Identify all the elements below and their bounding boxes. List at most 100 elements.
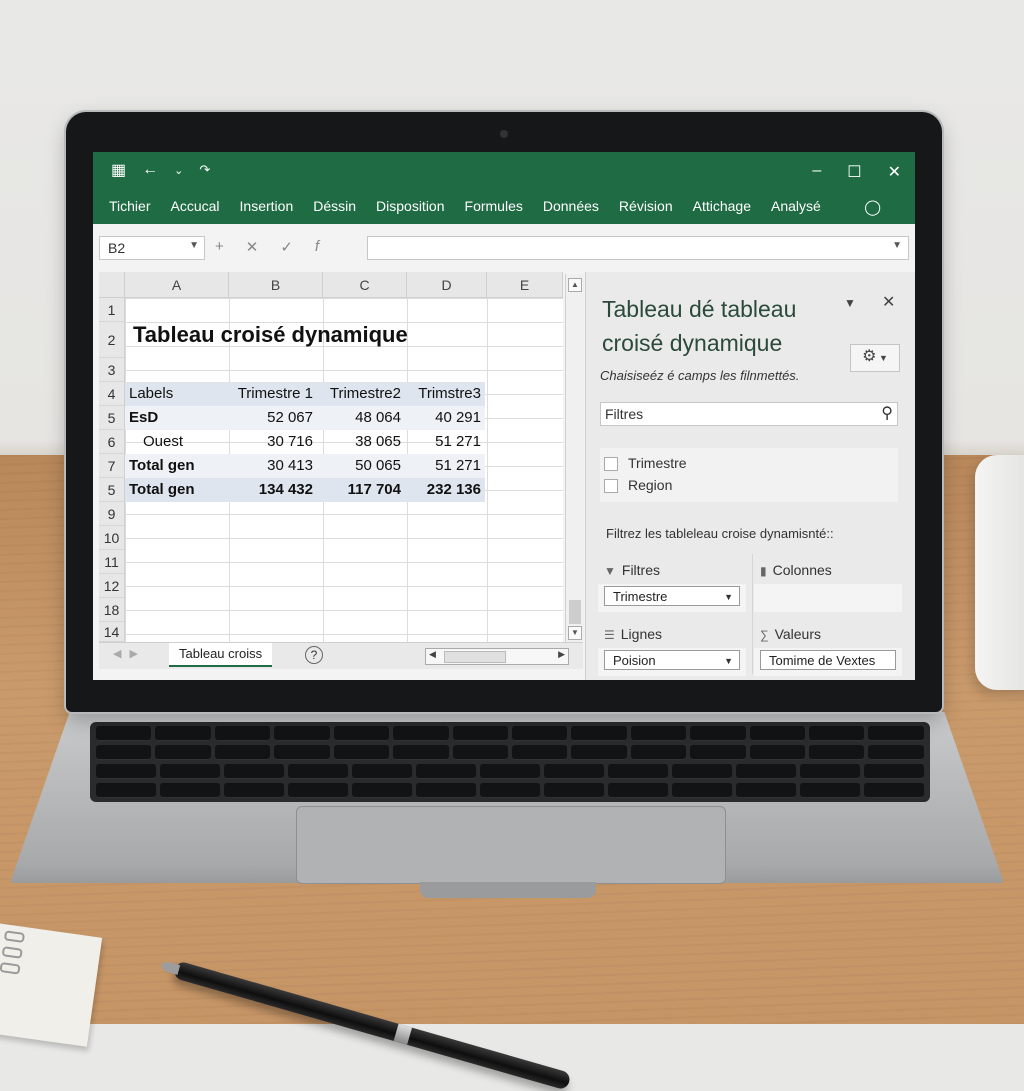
area-label: Filtres: [621, 562, 661, 578]
pivot-header: Labels: [129, 385, 174, 402]
row-header[interactable]: 12: [99, 574, 125, 598]
row-header[interactable]: 18: [99, 598, 125, 622]
window-controls: – ☐ ✕: [812, 162, 901, 182]
area-field-pill[interactable]: Tomime de Vextes: [760, 650, 896, 670]
chevron-down-icon[interactable]: ⌄: [174, 164, 183, 177]
close-icon[interactable]: ✕: [882, 292, 895, 312]
sheet-nav-arrows-icon[interactable]: ◀▶: [113, 647, 146, 660]
plus-icon[interactable]: +: [215, 238, 224, 256]
minimize-icon[interactable]: –: [812, 162, 821, 182]
field-label: Region: [628, 477, 673, 493]
column-header[interactable]: E: [487, 272, 563, 298]
trackpad: [296, 806, 726, 884]
areas-hint: Filtrez les tableleau croise dynamisnté:…: [606, 526, 834, 541]
row-header[interactable]: 4: [99, 382, 125, 406]
column-header[interactable]: C: [323, 272, 407, 298]
sheet-title[interactable]: Tableau croisé dynamique: [133, 322, 408, 348]
row-header[interactable]: 1: [99, 298, 125, 322]
pivot-cell: 48 064: [355, 409, 401, 426]
checkbox[interactable]: [604, 479, 618, 494]
scroll-left-icon[interactable]: ◀: [429, 649, 436, 660]
pivot-row-label: Ouest: [143, 433, 184, 450]
pivot-grand-total-row[interactable]: Total gen 134 432 117 704 232 136: [125, 478, 485, 502]
horizontal-scrollbar[interactable]: ◀ ▶: [425, 648, 569, 665]
column-header[interactable]: A: [125, 272, 229, 298]
chevron-down-icon[interactable]: ▼: [844, 296, 856, 310]
maximize-icon[interactable]: ☐: [847, 162, 861, 182]
row-header[interactable]: 2: [99, 322, 125, 358]
tab-layout[interactable]: Disposition: [366, 198, 454, 214]
pill-label: Tomime de Vextes: [769, 653, 876, 668]
scroll-up-icon[interactable]: ▲: [568, 278, 582, 292]
search-icon[interactable]: ⚲: [881, 403, 893, 423]
field-item[interactable]: Trimestre: [604, 452, 687, 474]
tab-analyze[interactable]: Analysé: [761, 198, 831, 214]
column-header[interactable]: B: [229, 272, 323, 298]
name-box[interactable]: B2 ▼: [99, 236, 205, 260]
chevron-down-icon[interactable]: ▼: [189, 240, 199, 251]
row-header[interactable]: 11: [99, 550, 125, 574]
tab-draw[interactable]: Déssin: [303, 198, 366, 214]
undo-icon[interactable]: ←: [142, 161, 158, 179]
column-header[interactable]: D: [407, 272, 487, 298]
tab-insert[interactable]: Insertion: [230, 198, 304, 214]
cancel-icon[interactable]: ✕: [246, 238, 259, 256]
formula-input[interactable]: ▼: [367, 236, 909, 260]
help-icon[interactable]: ?: [305, 646, 323, 664]
area-label: Valeurs: [774, 626, 821, 642]
grid-icon[interactable]: ▦: [111, 160, 126, 180]
field-item[interactable]: Region: [604, 474, 672, 496]
check-icon[interactable]: ✓: [280, 238, 293, 256]
pivot-row[interactable]: Ouest 30 716 38 065 51 271: [125, 430, 485, 454]
close-icon[interactable]: ✕: [888, 162, 901, 182]
keyboard: [90, 722, 930, 802]
scroll-thumb[interactable]: [444, 651, 506, 663]
area-field-pill[interactable]: Trimestre ▼: [604, 586, 740, 606]
pivot-row[interactable]: EsD 52 067 48 064 40 291: [125, 406, 485, 430]
area-field-pill[interactable]: Poision ▼: [604, 650, 740, 670]
tab-data[interactable]: Données: [533, 198, 609, 214]
field-search-input[interactable]: Filtres ⚲: [600, 402, 898, 426]
row-header[interactable]: 14: [99, 622, 125, 642]
chevron-down-icon: ▼: [876, 353, 888, 363]
field-label: Trimestre: [628, 455, 687, 471]
ribbon: ▦ ← ⌄ ↷ – ☐ ✕ Tichier Accucal Insertion …: [93, 152, 915, 224]
tab-formulas[interactable]: Formules: [455, 198, 533, 214]
tab-view[interactable]: Attichage: [683, 198, 761, 214]
scroll-down-icon[interactable]: ▼: [568, 626, 582, 640]
row-header[interactable]: 9: [99, 502, 125, 526]
row-header[interactable]: 5: [99, 478, 125, 502]
row-header[interactable]: 10: [99, 526, 125, 550]
row-header[interactable]: 5: [99, 406, 125, 430]
tab-home[interactable]: Accucal: [161, 198, 230, 214]
vertical-scrollbar[interactable]: ▲ ▼: [565, 274, 584, 642]
redo-icon[interactable]: ↷: [199, 162, 210, 178]
row-header[interactable]: 7: [99, 454, 125, 478]
tab-file[interactable]: Tichier: [93, 198, 161, 214]
tab-review[interactable]: Révision: [609, 198, 683, 214]
pivot-row[interactable]: Total gen 30 413 50 065 51 271: [125, 454, 485, 478]
area-values: ∑ Valeurs Tomime de Vextes: [754, 618, 902, 676]
spreadsheet-grid[interactable]: A B C D E 1 2 3 4 5 6 7 5 9 10 11 12 18 …: [99, 272, 563, 642]
scroll-thumb[interactable]: [569, 600, 581, 624]
rows-icon: ☰: [604, 628, 615, 642]
row-header[interactable]: 3: [99, 358, 125, 382]
row-header[interactable]: 6: [99, 430, 125, 454]
sheet-tab[interactable]: Tableau croiss: [169, 643, 273, 667]
coffee-mug: [975, 455, 1024, 690]
chevron-down-icon[interactable]: ▼: [724, 651, 733, 671]
select-all-corner[interactable]: [99, 272, 125, 298]
lightbulb-icon[interactable]: ◯: [864, 198, 881, 216]
notebook: [0, 923, 103, 1047]
chevron-down-icon[interactable]: ▼: [892, 240, 902, 251]
chevron-down-icon[interactable]: ▼: [724, 587, 733, 607]
function-icon[interactable]: f: [315, 238, 319, 256]
area-filters: ▼ Filtres Trimestre ▼: [598, 554, 746, 612]
area-drop-zone[interactable]: [754, 584, 902, 612]
scroll-right-icon[interactable]: ▶: [558, 649, 565, 660]
checkbox[interactable]: [604, 457, 618, 472]
pivot-row-label: Total gen: [129, 481, 195, 498]
sheet-tab-bar: ◀▶ Tableau croiss ? ◀ ▶: [99, 642, 583, 669]
pivot-header-row[interactable]: Labels Trimestre 1 Trimestre2 Trimstre3: [125, 382, 485, 406]
settings-button[interactable]: ⚙ ▼: [850, 344, 900, 372]
